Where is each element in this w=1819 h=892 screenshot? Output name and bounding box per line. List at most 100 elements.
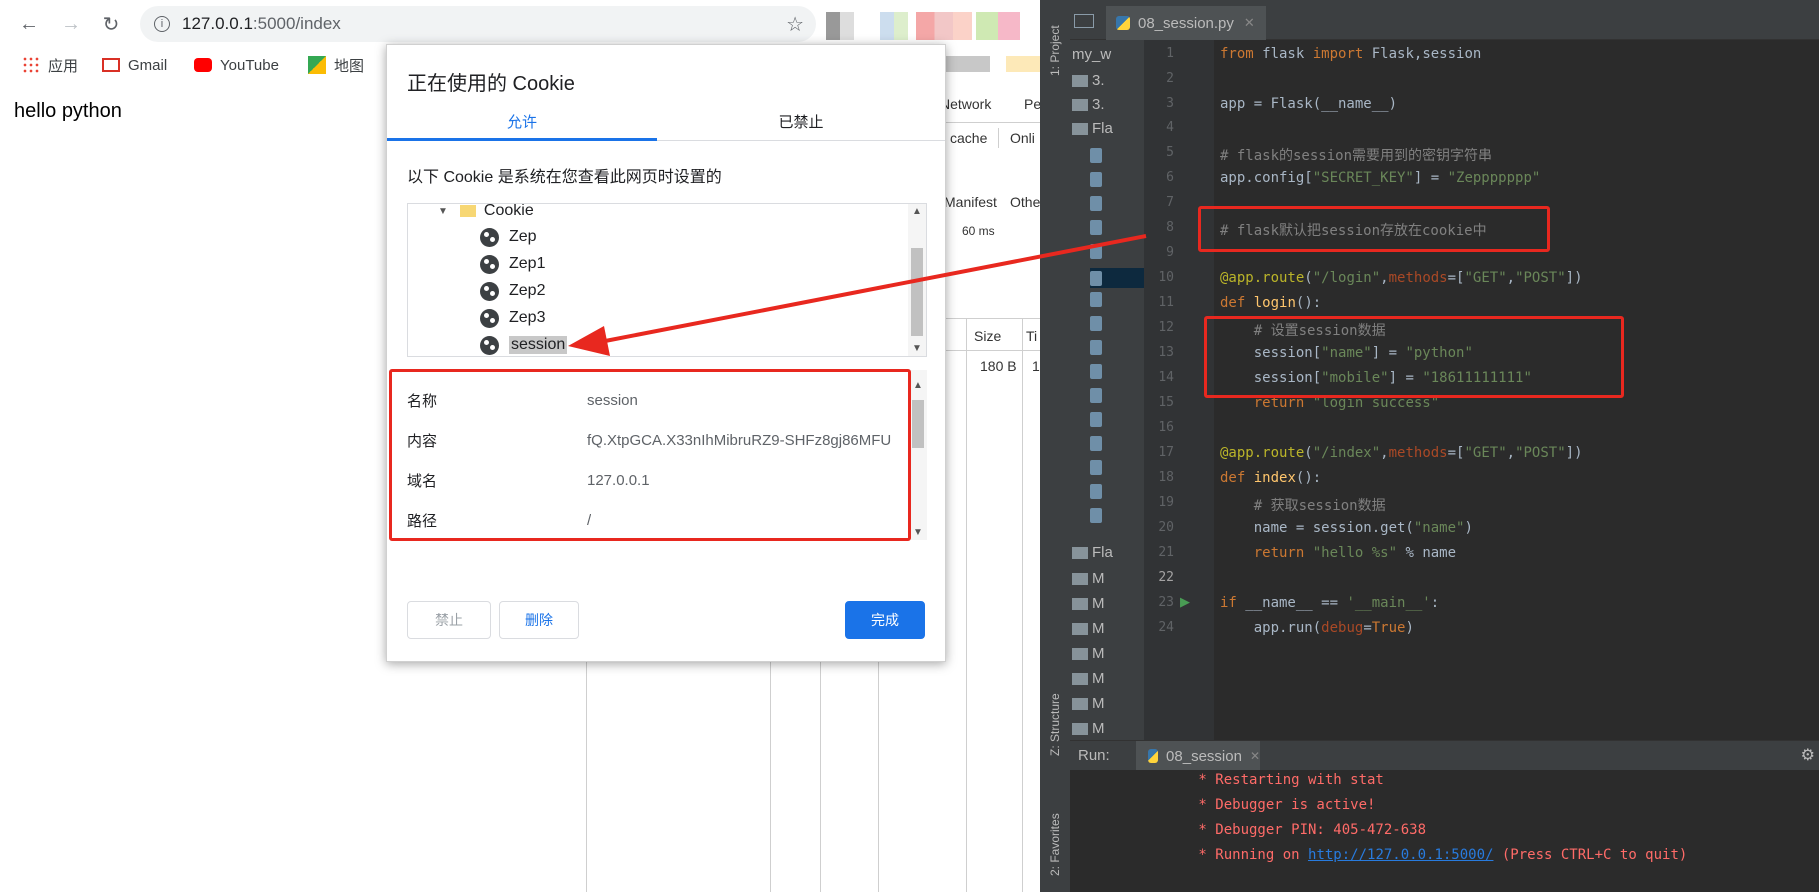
tree-folder-cookie[interactable]: ▼ Cookie: [438, 204, 534, 224]
size-column-header[interactable]: Size: [974, 328, 1001, 344]
project-row-label: my_w: [1072, 46, 1112, 63]
scroll-down-icon[interactable]: ▼: [913, 527, 923, 538]
bookmark-youtube[interactable]: YouTube: [194, 52, 279, 78]
youtube-icon: [194, 58, 212, 72]
tree-scrollbar[interactable]: ▲ ▼: [908, 204, 926, 356]
code-editor[interactable]: from flask import Flask,session app = Fl…: [1198, 40, 1819, 740]
project-file[interactable]: [1090, 148, 1106, 163]
reload-icon[interactable]: ↻: [96, 9, 126, 39]
disable-cache-label[interactable]: cache: [950, 130, 987, 146]
run-tab[interactable]: 08_session ✕: [1136, 741, 1260, 771]
tree-item-cookie[interactable]: Zep1: [480, 251, 545, 277]
project-row[interactable]: 3.: [1072, 72, 1105, 89]
project-file[interactable]: [1090, 220, 1106, 235]
python-file-icon: [1090, 340, 1102, 355]
project-file-selected[interactable]: [1090, 268, 1144, 288]
gear-icon[interactable]: ⚙: [1801, 745, 1815, 765]
layout-icon[interactable]: [1074, 14, 1094, 28]
extension-icon[interactable]: [880, 12, 908, 40]
block-button[interactable]: 禁止: [407, 601, 491, 639]
project-file[interactable]: [1090, 508, 1106, 523]
line-number: 5: [1166, 145, 1174, 160]
scroll-thumb[interactable]: [912, 400, 924, 448]
project-tool-tab[interactable]: 1: Project: [1048, 25, 1062, 76]
project-file[interactable]: [1090, 244, 1106, 259]
run-gutter-icon[interactable]: ▶: [1180, 594, 1190, 610]
project-row[interactable]: M: [1072, 695, 1105, 712]
project-file[interactable]: [1090, 316, 1106, 331]
project-file[interactable]: [1090, 340, 1106, 355]
line-number: 11: [1158, 295, 1174, 310]
bookmark-maps[interactable]: 地图: [308, 52, 364, 78]
project-row[interactable]: M: [1072, 645, 1105, 662]
time-column-header[interactable]: Ti: [1026, 328, 1037, 344]
dialog-description: 以下 Cookie 是系统在您查看此网页时设置的: [407, 169, 722, 186]
console-output[interactable]: * Restarting with stat * Debugger is act…: [1070, 770, 1749, 892]
project-row[interactable]: M: [1072, 570, 1105, 587]
bookmark-apps[interactable]: 应用: [22, 52, 78, 78]
tab-blocked[interactable]: 已禁止: [657, 111, 945, 141]
scroll-up-icon[interactable]: ▲: [913, 380, 923, 391]
editor-tab[interactable]: 08_session.py ✕: [1106, 6, 1266, 40]
details-scrollbar[interactable]: ▲ ▼: [909, 370, 927, 540]
project-row[interactable]: M: [1072, 720, 1105, 737]
project-file[interactable]: [1090, 196, 1106, 211]
close-icon[interactable]: ✕: [1250, 749, 1260, 763]
project-row[interactable]: M: [1072, 595, 1105, 612]
project-row[interactable]: M: [1072, 620, 1105, 637]
done-button[interactable]: 完成: [845, 601, 925, 639]
extension-icon[interactable]: [826, 12, 854, 40]
url-path: :5000/index: [252, 14, 341, 33]
remove-button[interactable]: 删除: [499, 601, 579, 639]
tree-item-cookie[interactable]: Zep2: [480, 278, 545, 304]
annotation-box-details: [389, 369, 911, 541]
project-row[interactable]: my_w: [1072, 46, 1111, 63]
online-dropdown[interactable]: Onli: [1010, 130, 1035, 146]
line-number: 22: [1158, 570, 1174, 585]
scroll-up-icon[interactable]: ▲: [912, 206, 922, 217]
scroll-thumb[interactable]: [911, 248, 923, 336]
project-file[interactable]: [1090, 412, 1106, 427]
favorites-tool-tab[interactable]: 2: Favorites: [1048, 813, 1062, 876]
annotation-box-comment: [1198, 206, 1550, 252]
project-row[interactable]: Fla: [1072, 544, 1113, 561]
project-file[interactable]: [1090, 484, 1106, 499]
forward-arrow-icon[interactable]: →: [56, 9, 86, 39]
project-file[interactable]: [1090, 292, 1106, 307]
address-bar[interactable]: i 127.0.0.1:5000/index ☆: [140, 6, 816, 42]
expand-triangle-icon[interactable]: ▼: [438, 206, 448, 217]
project-file[interactable]: [1090, 388, 1106, 403]
console-link[interactable]: http://127.0.0.1:5000/: [1308, 847, 1493, 863]
filter-manifest[interactable]: Manifest: [944, 194, 997, 210]
project-row[interactable]: 3.: [1072, 96, 1105, 113]
line-number: 18: [1158, 470, 1174, 485]
devtools-tab-pe[interactable]: Pe: [1024, 96, 1040, 112]
tree-item-cookie[interactable]: Zep3: [480, 305, 545, 331]
url-text[interactable]: 127.0.0.1:5000/index: [182, 14, 341, 34]
extension-icon[interactable]: [976, 12, 1020, 40]
project-row[interactable]: Fla: [1072, 120, 1113, 137]
bookmark-star-icon[interactable]: ☆: [786, 12, 804, 37]
bookmark-gmail[interactable]: Gmail: [102, 52, 167, 78]
python-file-icon: [1090, 412, 1102, 427]
project-row[interactable]: M: [1072, 670, 1105, 687]
console-text: * Running on: [1190, 847, 1309, 863]
project-file[interactable]: [1090, 460, 1106, 475]
extension-icon[interactable]: [916, 12, 972, 40]
line-number: 13: [1158, 345, 1174, 360]
back-arrow-icon[interactable]: ←: [14, 9, 44, 39]
filter-other[interactable]: Othe: [1010, 194, 1040, 210]
info-icon[interactable]: i: [154, 16, 170, 32]
tree-item-session[interactable]: session: [480, 332, 568, 356]
project-file[interactable]: [1090, 436, 1106, 451]
close-icon[interactable]: ✕: [1244, 15, 1255, 31]
python-file-icon: [1090, 460, 1102, 475]
structure-tool-tab[interactable]: Z: Structure: [1048, 693, 1062, 756]
cookie-tree: ▼ Cookie Zep Zep1 Zep2 Zep3 session ▲ ▼: [407, 203, 927, 357]
scroll-down-icon[interactable]: ▼: [912, 343, 922, 354]
devtools-tab-network[interactable]: Network: [940, 96, 991, 112]
project-file[interactable]: [1090, 172, 1106, 187]
project-file[interactable]: [1090, 364, 1106, 379]
tab-allowed[interactable]: 允许: [387, 111, 657, 141]
tree-item-cookie[interactable]: Zep: [480, 224, 537, 250]
